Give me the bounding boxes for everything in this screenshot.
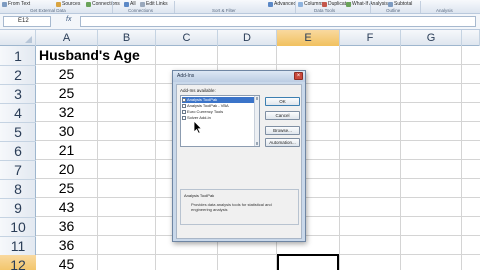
ribbon-separator xyxy=(112,1,113,13)
cell-a11[interactable]: 36 xyxy=(36,236,97,255)
addin-checkbox[interactable] xyxy=(182,98,186,102)
row-header-10[interactable]: 10 xyxy=(0,217,36,237)
what-if-icon xyxy=(346,2,351,7)
row-header-4[interactable]: 4 xyxy=(0,103,36,123)
refresh-all-label: All xyxy=(130,1,136,7)
addins-list[interactable]: Analysis ToolPak Analysis ToolPak - VBA … xyxy=(180,95,260,147)
gridline xyxy=(97,46,98,270)
gridline xyxy=(155,46,156,270)
description-frame: Analysis ToolPak Provides data analysis … xyxy=(180,189,299,225)
row-header-2[interactable]: 2 xyxy=(0,65,36,85)
text-to-columns-label: Columns xyxy=(304,1,324,7)
sources-button[interactable]: Sources xyxy=(56,1,80,8)
column-header-d[interactable]: D xyxy=(218,30,277,46)
cancel-button[interactable]: Cancel xyxy=(265,111,300,120)
description-text: Provides data analysis tools for statist… xyxy=(191,202,272,212)
column-header-g[interactable]: G xyxy=(401,30,462,46)
refresh-all-button[interactable]: All xyxy=(124,1,136,8)
browse-button[interactable]: Browse... xyxy=(265,126,300,135)
cell-a10[interactable]: 36 xyxy=(36,217,97,236)
sources-icon xyxy=(56,2,61,7)
what-if-button[interactable]: What-If Analysis xyxy=(346,1,388,8)
subtotal-label: Subtotal xyxy=(394,1,413,7)
connections-label: Connections xyxy=(92,1,120,7)
sources-label: Sources xyxy=(62,1,81,7)
cell-a7[interactable]: 20 xyxy=(36,160,97,179)
fx-icon[interactable]: fx xyxy=(66,16,71,23)
mouse-pointer-icon xyxy=(193,120,203,134)
row-header-9[interactable]: 9 xyxy=(0,198,36,218)
description-title: Analysis ToolPak xyxy=(184,193,215,198)
column-header-b[interactable]: B xyxy=(98,30,156,46)
addin-checkbox[interactable] xyxy=(182,104,186,108)
formula-input[interactable] xyxy=(80,16,476,27)
advanced-filter-label: Advanced xyxy=(274,1,297,7)
dialog-body: Add-Ins available: Analysis ToolPak Anal… xyxy=(176,84,302,239)
cell-a12[interactable]: 45 xyxy=(36,255,97,270)
selected-cell-e12[interactable] xyxy=(277,254,339,270)
addins-dialog: Add-Ins × Add-Ins available: Analysis To… xyxy=(172,70,306,242)
column-header-c[interactable]: C xyxy=(156,30,218,46)
list-scrollbar[interactable] xyxy=(254,96,259,146)
cell-a2[interactable]: 25 xyxy=(36,65,97,84)
cell-a1[interactable]: Husband's Age xyxy=(36,46,176,65)
ribbon-separator xyxy=(420,1,421,13)
remove-duplicates-icon xyxy=(322,2,327,7)
gridline xyxy=(36,254,480,255)
cell-a6[interactable]: 21 xyxy=(36,141,97,160)
subtotal-button[interactable]: Subtotal xyxy=(388,1,412,8)
addin-checkbox[interactable] xyxy=(182,116,186,120)
edit-links-button[interactable]: Edit Links xyxy=(140,1,168,8)
ribbon-separator xyxy=(174,1,175,13)
row-headers: 1 2 3 4 5 6 7 8 9 10 11 12 xyxy=(0,46,36,270)
gridline xyxy=(400,46,401,270)
column-headers: A B C D E F G xyxy=(0,30,480,46)
subtotal-icon xyxy=(388,2,393,7)
column-header-e[interactable]: E xyxy=(277,30,340,46)
gridline xyxy=(339,46,340,270)
gridline xyxy=(461,46,462,270)
name-box[interactable]: E12 xyxy=(3,16,51,27)
edit-links-icon xyxy=(140,2,145,7)
row-header-3[interactable]: 3 xyxy=(0,84,36,104)
cell-a4[interactable]: 32 xyxy=(36,103,97,122)
select-all-button[interactable] xyxy=(0,30,36,46)
cell-a8[interactable]: 25 xyxy=(36,179,97,198)
dialog-title: Add-Ins xyxy=(177,73,195,79)
column-header-a[interactable]: A xyxy=(36,30,98,46)
row-header-5[interactable]: 5 xyxy=(0,122,36,142)
close-icon[interactable]: × xyxy=(294,72,303,80)
dialog-titlebar[interactable]: Add-Ins × xyxy=(173,71,305,82)
formula-bar: E12 fx xyxy=(0,14,480,30)
from-text-button[interactable]: From Text xyxy=(2,1,30,8)
text-file-icon xyxy=(2,2,7,7)
cell-a5[interactable]: 30 xyxy=(36,122,97,141)
from-text-label: From Text xyxy=(8,1,31,7)
cell-a9[interactable]: 43 xyxy=(36,198,97,217)
edit-links-label: Edit Links xyxy=(146,1,168,7)
row-header-12[interactable]: 12 xyxy=(0,255,36,270)
text-to-columns-icon xyxy=(298,2,303,7)
row-header-6[interactable]: 6 xyxy=(0,141,36,161)
ribbon-separator xyxy=(370,1,371,13)
advanced-filter-icon xyxy=(268,2,273,7)
ribbon: From Text Sources Connections All Edit L… xyxy=(0,0,480,14)
row-header-7[interactable]: 7 xyxy=(0,160,36,180)
column-header-f[interactable]: F xyxy=(340,30,401,46)
refresh-all-icon xyxy=(124,2,129,7)
advanced-filter-button[interactable]: Advanced xyxy=(268,1,296,8)
ok-button[interactable]: OK xyxy=(265,97,300,106)
connections-button[interactable]: Connections xyxy=(86,1,120,8)
row-header-8[interactable]: 8 xyxy=(0,179,36,199)
cell-a3[interactable]: 25 xyxy=(36,84,97,103)
ribbon-separator xyxy=(295,1,296,13)
column-header-partial[interactable] xyxy=(462,30,480,46)
addin-checkbox[interactable] xyxy=(182,110,186,114)
connections-icon xyxy=(86,2,91,7)
row-header-11[interactable]: 11 xyxy=(0,236,36,256)
text-to-columns-button[interactable]: Columns xyxy=(298,1,324,8)
automation-button[interactable]: Automation... xyxy=(265,138,300,147)
addins-list-label: Add-Ins available: xyxy=(180,88,216,93)
row-header-1[interactable]: 1 xyxy=(0,46,36,66)
